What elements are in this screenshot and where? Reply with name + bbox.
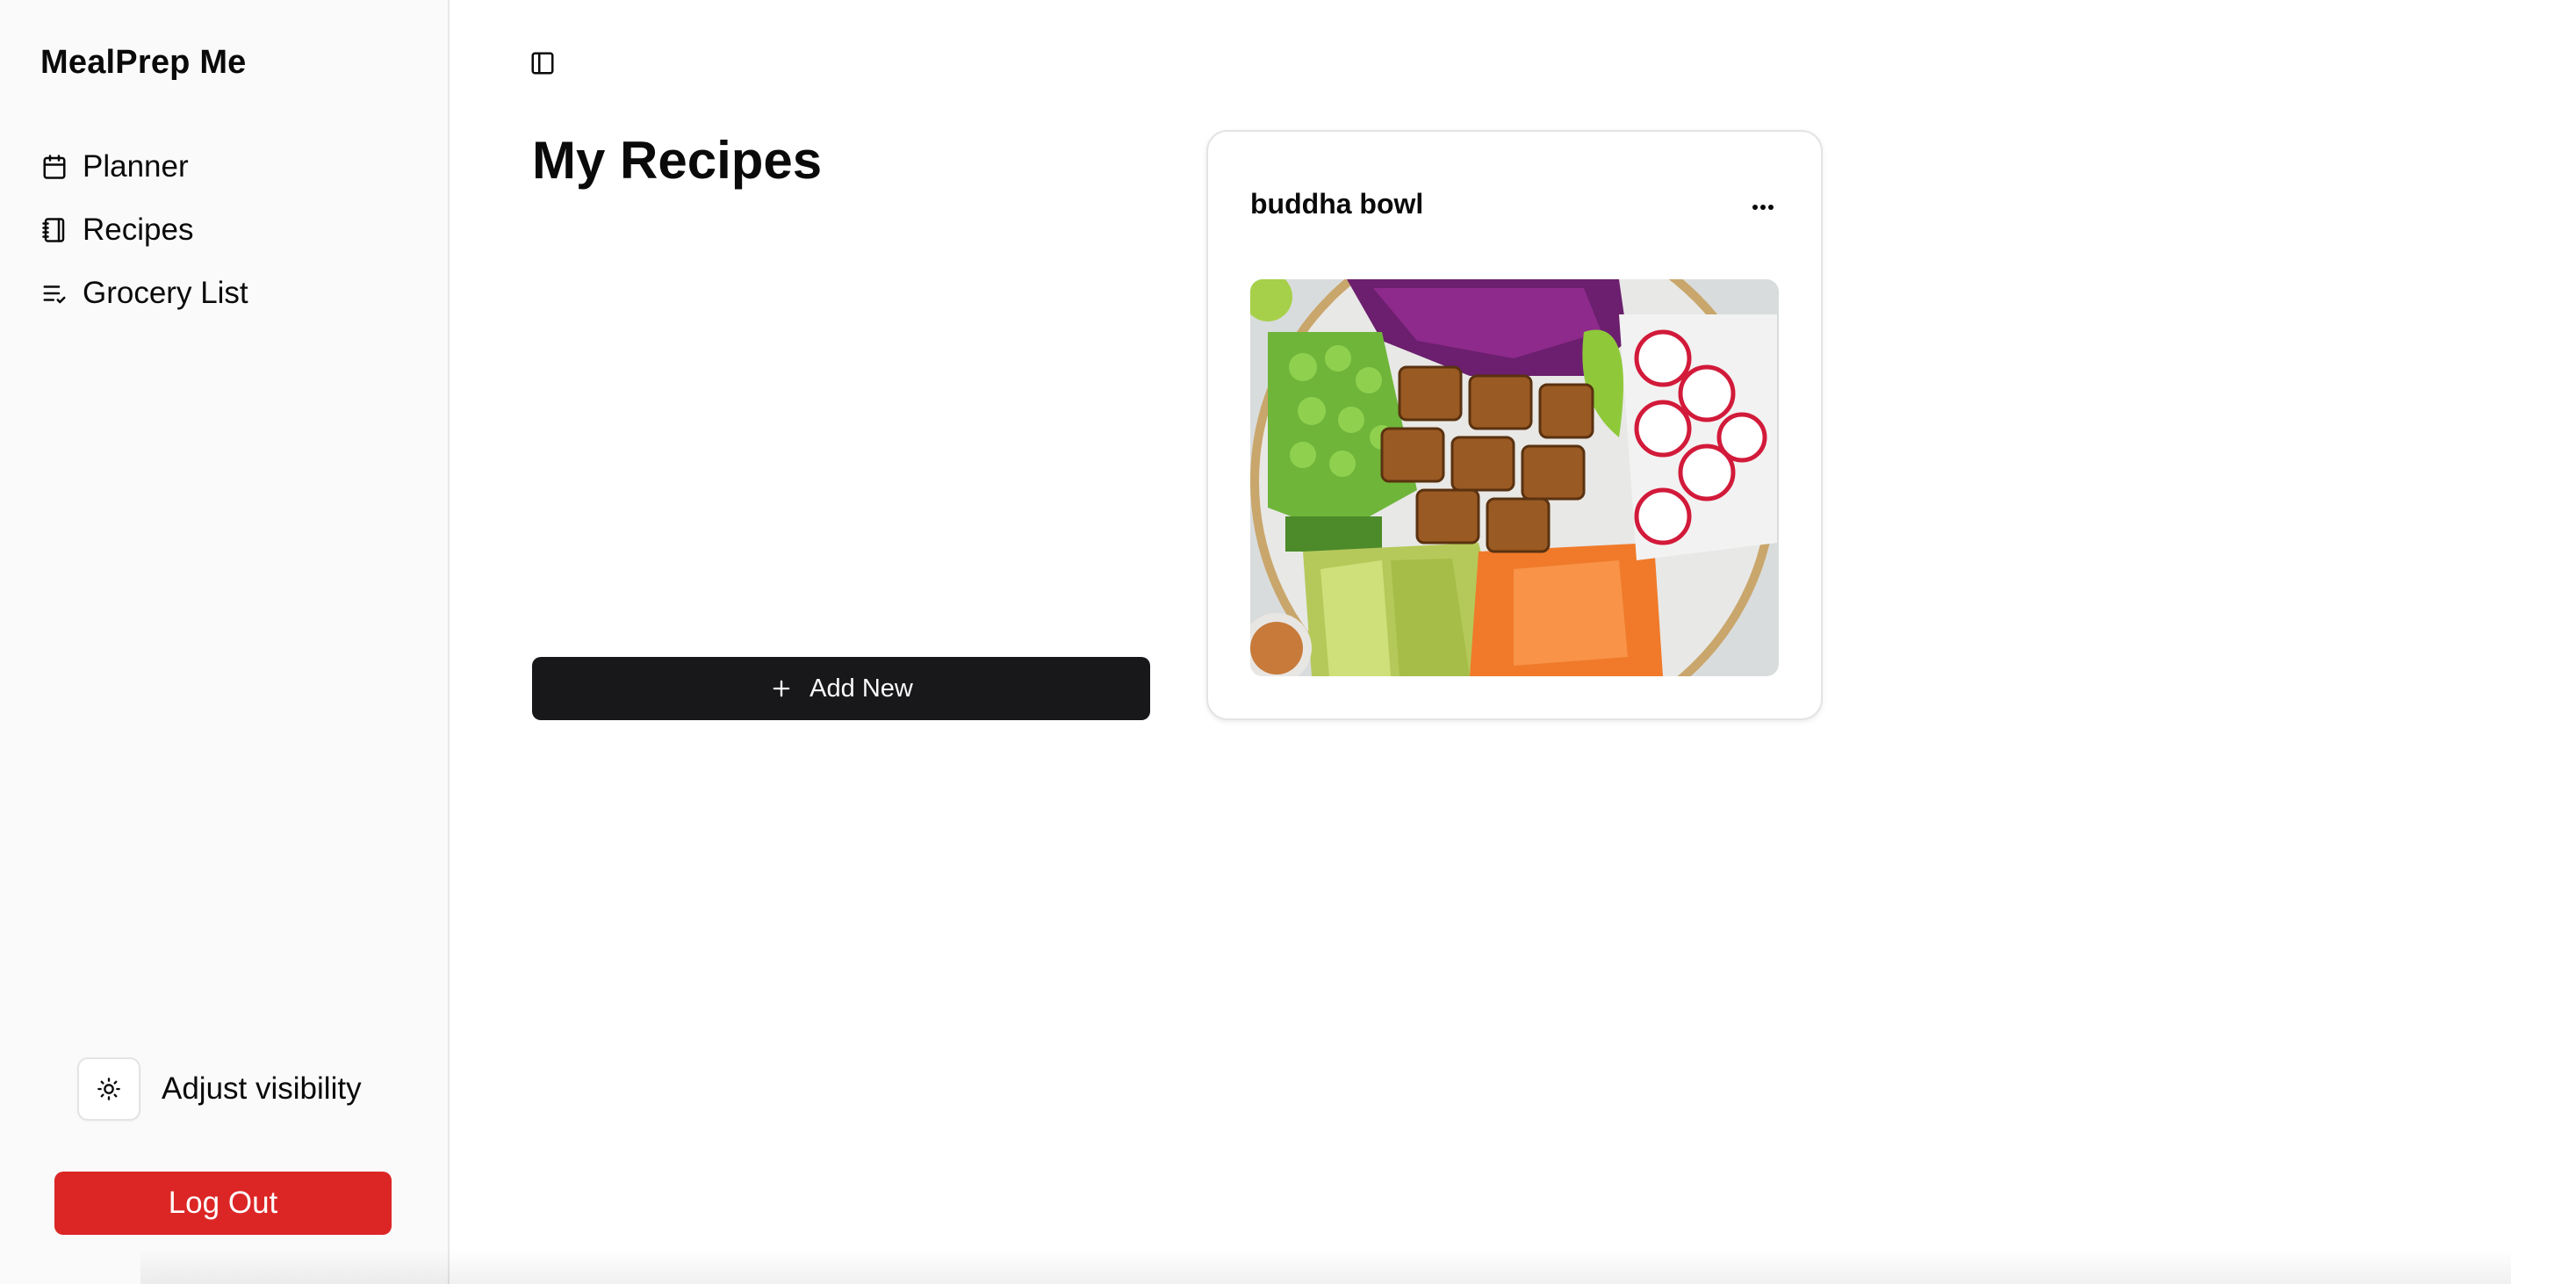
plus-icon [769,676,794,701]
bottom-shadow [140,1249,2511,1284]
app-title: MealPrep Me [40,44,247,81]
calendar-icon [40,153,68,181]
more-horizontal-icon [1750,203,1776,212]
sidebar-item-grocery-list[interactable]: Grocery List [40,262,427,325]
sidebar-toggle-button[interactable] [527,47,558,79]
logout-button[interactable]: Log Out [54,1172,392,1235]
recipe-card[interactable]: buddha bowl [1206,130,1823,720]
adjust-visibility: Adjust visibility [77,1057,362,1121]
add-new-label: Add New [809,674,913,703]
sidebar-item-planner[interactable]: Planner [40,135,427,198]
sidebar-item-label: Grocery List [83,276,248,310]
list-check-icon [40,279,68,307]
sidebar: MealPrep Me Planner Recipes Grocery List… [0,0,450,1284]
recipe-title: buddha bowl [1250,188,1424,220]
sidebar-item-recipes[interactable]: Recipes [40,198,427,262]
sidebar-nav: Planner Recipes Grocery List [40,135,427,325]
page-title: My Recipes [532,131,823,190]
app-root: MealPrep Me Planner Recipes Grocery List… [0,0,2576,1284]
adjust-visibility-button[interactable] [77,1057,140,1121]
sun-icon [97,1077,121,1101]
add-new-button[interactable]: Add New [532,657,1150,720]
notebook-icon [40,216,68,244]
recipe-image [1250,279,1779,676]
sidebar-item-label: Recipes [83,213,194,247]
recipe-menu-button[interactable] [1745,195,1781,220]
buddha-bowl-photo [1250,279,1779,676]
sidebar-item-label: Planner [83,149,189,184]
adjust-visibility-label: Adjust visibility [162,1071,362,1106]
sidebar-toggle-icon [529,50,556,76]
